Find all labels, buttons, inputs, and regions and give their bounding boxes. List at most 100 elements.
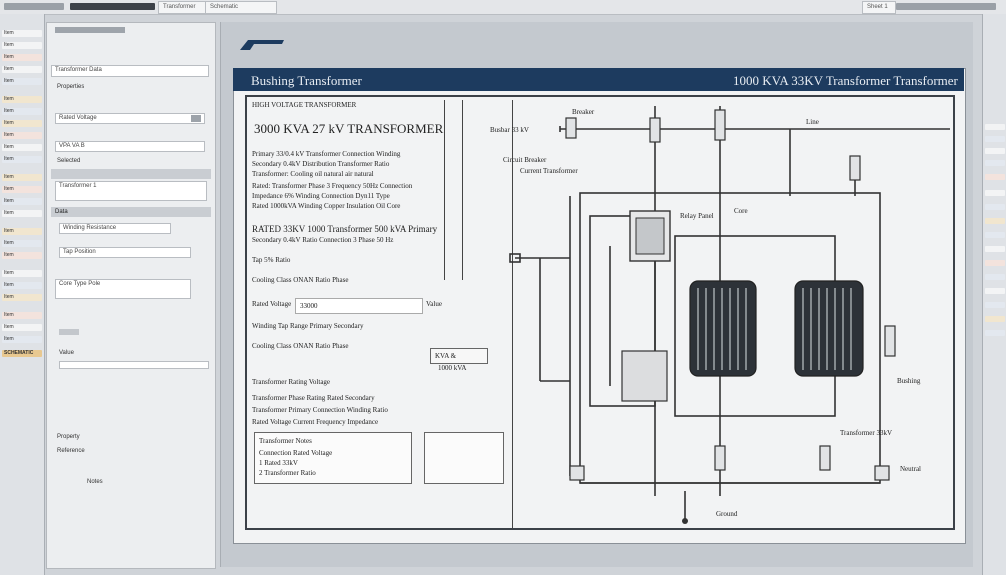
divider	[462, 100, 463, 280]
spec-subtitle: HIGH VOLTAGE TRANSFORMER	[252, 101, 357, 109]
dropdown-icon[interactable]	[191, 115, 201, 122]
rail-item[interactable]	[985, 316, 1005, 322]
para3-line2: Secondary 0.4kV Ratio Connection 3 Phase…	[252, 236, 394, 244]
notes-line-3: 2 Transformer Ratio	[259, 469, 316, 477]
rail-item[interactable]	[985, 232, 1005, 238]
diagram-label-top2: Line	[806, 118, 819, 126]
panel-section3: Data	[51, 207, 211, 217]
strip-item[interactable]: Item	[2, 66, 42, 73]
notes-line-2: 1 Rated 33kV	[259, 459, 298, 467]
para2-line2: Impedance 6% Winding Connection Dyn11 Ty…	[252, 192, 390, 200]
panel-slider[interactable]	[59, 361, 209, 369]
strip-item[interactable]: Item	[2, 294, 42, 301]
panel-footer-2: Property	[57, 434, 80, 440]
strip-item[interactable]: Item	[2, 282, 42, 289]
panel-field-2[interactable]: VPA VA B	[55, 141, 205, 152]
panel-title-field[interactable]: Transformer Data	[51, 65, 209, 77]
rail-item[interactable]	[985, 160, 1005, 166]
strip-item-active[interactable]: SCHEMATIC	[2, 350, 42, 357]
insulator-icon	[714, 109, 726, 141]
strip-item[interactable]: Item	[2, 252, 42, 259]
strip-item[interactable]: Item	[2, 198, 42, 205]
rail-item[interactable]	[985, 218, 1005, 224]
panel-field-4[interactable]: Winding Resistance	[59, 223, 171, 234]
diagram-label-bus: Busbar 33 kV	[490, 126, 529, 134]
table-row-3: Rated Voltage Current Frequency Impedanc…	[252, 418, 379, 426]
rail-item[interactable]	[985, 204, 1005, 210]
strip-item[interactable]: Item	[2, 108, 42, 115]
strip-item[interactable]: Item	[2, 156, 42, 163]
field-side-label: Value	[426, 300, 442, 308]
insulator-icon	[884, 325, 896, 357]
tab-transformer[interactable]: Transformer	[158, 1, 208, 14]
strip-item[interactable]: Item	[2, 42, 42, 49]
table-title: Transformer Rating Voltage	[252, 378, 331, 386]
top-toolbar: Transformer Schematic Sheet 1	[0, 0, 1006, 15]
panel-spacer	[59, 329, 79, 335]
strip-item[interactable]: Item	[2, 228, 42, 235]
rated-voltage-input[interactable]: 33000	[295, 298, 423, 314]
strip-item[interactable]: Item	[2, 96, 42, 103]
para1-line3: Transformer: Cooling oil natural air nat…	[252, 170, 374, 178]
rating-row-top: Cooling Class ONAN Ratio Phase	[252, 276, 349, 284]
rail-item[interactable]	[985, 124, 1005, 130]
rail-item[interactable]	[985, 190, 1005, 196]
insulator-icon	[849, 155, 861, 181]
row-a: Winding Tap Range Primary Secondary	[252, 322, 364, 330]
strip-item[interactable]: Item	[2, 240, 42, 247]
sheet-title-bar: Bushing Transformer 1000 KVA 33KV Transf…	[233, 68, 964, 91]
rail-item[interactable]	[985, 136, 1005, 142]
sheet-header-left: Bushing Transformer	[251, 73, 362, 88]
strip-item[interactable]: Item	[2, 336, 42, 343]
insulator-icon	[819, 445, 831, 471]
strip-item[interactable]: Item	[2, 174, 42, 181]
panel-field-3[interactable]: Transformer 1	[55, 181, 207, 201]
kva-box-label: KVA &	[435, 352, 457, 360]
panel-footer-3: Reference	[57, 448, 85, 454]
strip-item[interactable]: Item	[2, 270, 42, 277]
table-row-1: Transformer Phase Rating Rated Secondary	[252, 394, 375, 402]
rail-item[interactable]	[985, 302, 1005, 308]
strip-item[interactable]: Item	[2, 210, 42, 217]
strip-item[interactable]: Item	[2, 120, 42, 127]
panel-header-bar	[51, 169, 211, 179]
left-strip: Item Item Item Item Item Item Item Item …	[0, 14, 45, 575]
rail-item[interactable]	[985, 330, 1005, 336]
rail-item[interactable]	[985, 148, 1005, 154]
insulator-icon	[565, 117, 577, 139]
para1-line1: Primary 33/0.4 kV Transformer Connection…	[252, 150, 401, 158]
strip-item[interactable]: Item	[2, 144, 42, 151]
tab-schematic[interactable]: Schematic	[205, 1, 277, 14]
panel-field-1[interactable]: Rated Voltage	[55, 113, 205, 124]
toolbar-strip	[4, 3, 64, 10]
tab-sheet[interactable]: Sheet 1	[862, 1, 896, 14]
rail-item[interactable]	[985, 274, 1005, 280]
strip-item[interactable]: Item	[2, 312, 42, 319]
rail-item[interactable]	[985, 288, 1005, 294]
rail-item[interactable]	[985, 246, 1005, 252]
strip-item[interactable]: Item	[2, 132, 42, 139]
panel-field-5[interactable]: Tap Position	[59, 247, 191, 258]
field-label: Rated Voltage	[252, 300, 292, 308]
panel-field-6[interactable]: Core Type Pole	[55, 279, 191, 299]
diagram-label-br: Transformer 33kV	[840, 429, 893, 437]
strip-item[interactable]: Item	[2, 324, 42, 331]
rail-item[interactable]	[985, 260, 1005, 266]
para3-line1: RATED 33KV 1000 Transformer 500 kVA Prim…	[252, 224, 438, 234]
panel-footer-1: Value	[59, 350, 74, 356]
rail-item[interactable]	[985, 174, 1005, 180]
strip-item[interactable]: Item	[2, 186, 42, 193]
notes-line-1: Connection Rated Voltage	[259, 449, 333, 457]
diagram-label-r: Neutral	[900, 465, 921, 473]
insulator-icon	[714, 445, 726, 471]
strip-item[interactable]: Item	[2, 78, 42, 85]
table-row-2: Transformer Primary Connection Winding R…	[252, 406, 388, 414]
strip-item[interactable]: Item	[2, 54, 42, 61]
notes-box: Transformer Notes Connection Rated Volta…	[254, 432, 412, 484]
diagram-label-top: Breaker	[572, 108, 595, 116]
strip-item[interactable]: Item	[2, 30, 42, 37]
right-rail	[982, 14, 1006, 575]
para2-line1: Rated: Transformer Phase 3 Frequency 50H…	[252, 182, 413, 190]
side-panel: Transformer Data Properties Rated Voltag…	[46, 22, 216, 569]
transformer-coil-right-icon	[794, 280, 864, 377]
